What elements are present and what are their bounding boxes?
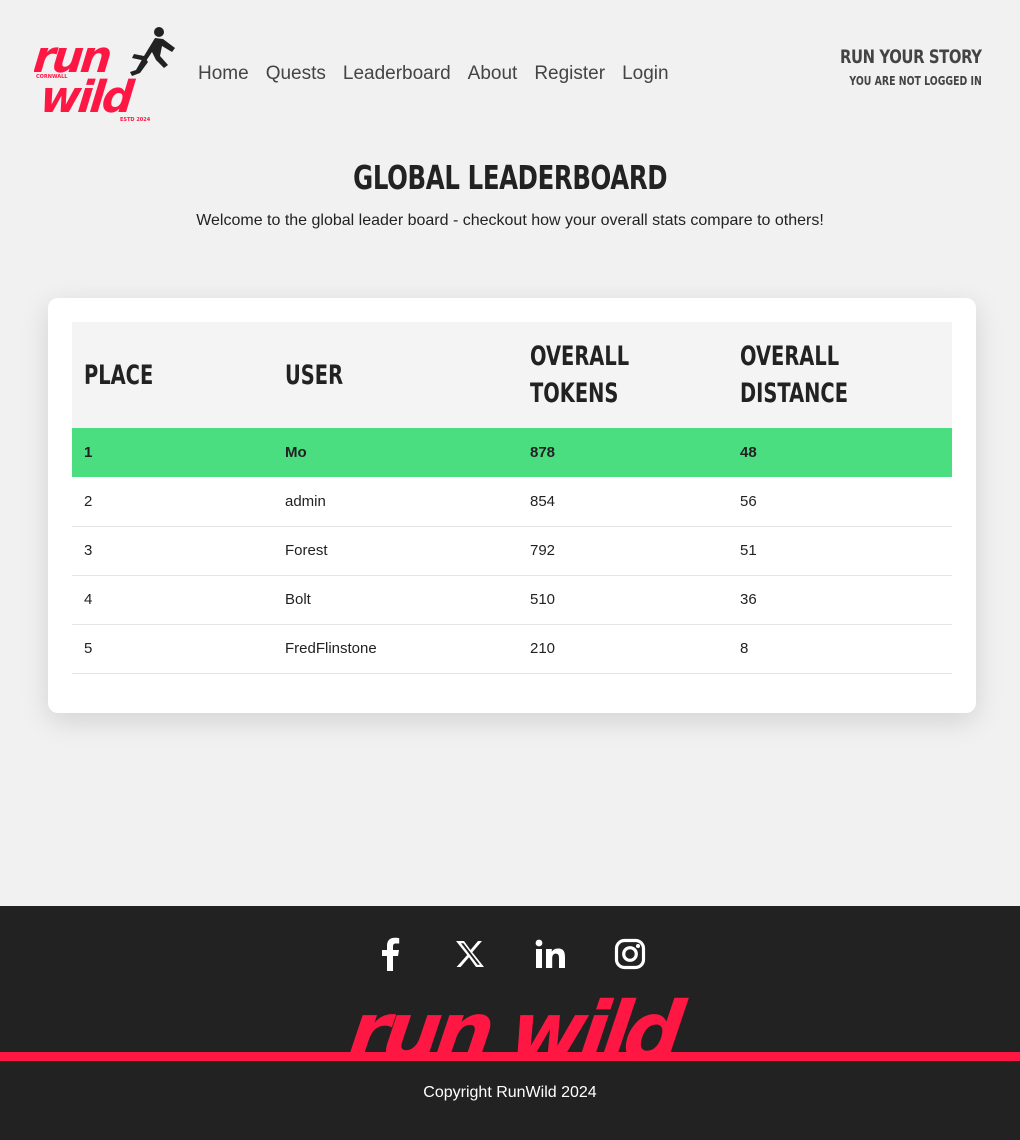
cell-place: 5 [72,624,273,674]
leaderboard-table: PLACE USER OVERALL TOKENS OVERALL DISTAN… [72,322,952,674]
page-title-text: GLOBAL LEADERBOARD [352,158,667,197]
column-header-tokens: OVERALL TOKENS [530,341,630,409]
runwild-logo: run wild CORNWALL ESTD 2024 [34,27,175,123]
cell-place: 3 [72,526,273,576]
page-title: GLOBAL LEADERBOARD [0,158,1020,197]
cell-distance: 8 [728,624,952,674]
logo-region: CORNWALL [36,74,68,80]
copyright-text: Copyright RunWild 2024 [423,1084,597,1101]
cell-place: 1 [72,428,273,477]
table-row: 5 FredFlinstone 210 8 [72,624,952,674]
cell-user: admin [273,477,518,527]
table-row: 3 Forest 792 51 [72,526,952,576]
runner-icon [130,27,175,76]
cell-tokens: 792 [518,526,728,576]
cell-tokens: 210 [518,624,728,674]
logo-estd: ESTD 2024 [120,117,151,123]
cell-user: Bolt [273,575,518,625]
header-tagline: RUN YOUR STORY YOU ARE NOT LOGGED IN [800,46,982,90]
table-row: 2 admin 854 56 [72,477,952,527]
cell-place: 4 [72,575,273,625]
site-header: run wild CORNWALL ESTD 2024 Home Quests … [0,0,1020,140]
social-links [0,936,1020,972]
cell-user: FredFlinstone [273,624,518,674]
column-header-place: PLACE [84,359,154,391]
leaderboard-card: PLACE USER OVERALL TOKENS OVERALL DISTAN… [48,298,976,713]
linkedin-icon[interactable] [533,936,567,972]
nav-register[interactable]: Register [534,62,605,86]
cell-user: Forest [273,526,518,576]
tagline-text: RUN YOUR STORY [840,46,982,68]
nav-quests[interactable]: Quests [266,62,326,86]
cell-tokens: 510 [518,575,728,625]
instagram-icon[interactable] [613,936,647,972]
column-header-distance: OVERALL DISTANCE [740,341,848,409]
site-footer: run wild Copyright RunWild 2024 [0,906,1020,1140]
footer-accent-line [0,1052,1020,1061]
cell-distance: 51 [728,526,952,576]
login-status: YOU ARE NOT LOGGED IN [849,74,982,88]
table-row: 4 Bolt 510 36 [72,575,952,625]
page-subtitle: Welcome to the global leader board - che… [196,212,824,229]
main-nav: Home Quests Leaderboard About Register L… [198,62,686,86]
cell-user: Mo [273,428,518,477]
x-icon[interactable] [453,936,487,972]
column-header-user: USER [285,359,344,391]
nav-home[interactable]: Home [198,62,249,86]
cell-tokens: 854 [518,477,728,527]
nav-leaderboard[interactable]: Leaderboard [343,62,451,86]
table-row: 1 Mo 878 48 [72,428,952,477]
cell-place: 2 [72,477,273,527]
cell-distance: 36 [728,575,952,625]
nav-about[interactable]: About [468,62,518,86]
cell-distance: 56 [728,477,952,527]
facebook-icon[interactable] [373,936,407,972]
cell-tokens: 878 [518,428,728,477]
cell-distance: 48 [728,428,952,477]
nav-login[interactable]: Login [622,62,669,86]
table-header-row: PLACE USER OVERALL TOKENS OVERALL DISTAN… [72,322,952,428]
